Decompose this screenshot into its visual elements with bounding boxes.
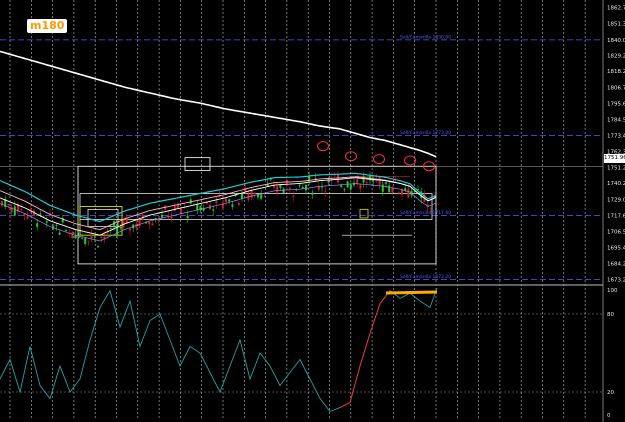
candle-body bbox=[324, 191, 327, 193]
candle-body bbox=[26, 215, 29, 219]
price-tick-label: 1717.60 bbox=[607, 214, 625, 220]
candle-body bbox=[321, 186, 323, 188]
candle-body bbox=[378, 176, 381, 185]
price-tick-label: 1840.00 bbox=[607, 38, 625, 44]
osc-tick-label: 100 bbox=[607, 288, 618, 294]
candle-body bbox=[90, 234, 93, 239]
candle-body bbox=[241, 193, 243, 199]
candle-body bbox=[7, 204, 10, 206]
candle-body bbox=[58, 232, 61, 235]
candle-body bbox=[381, 184, 384, 192]
candle-body bbox=[215, 201, 218, 203]
price-tick-label: 1806.70 bbox=[607, 86, 625, 92]
candle-body bbox=[327, 181, 330, 183]
price-tick-label: 1851.30 bbox=[607, 22, 625, 28]
candle-body bbox=[173, 206, 176, 211]
candle-body bbox=[138, 219, 141, 227]
candle-body bbox=[276, 186, 279, 193]
pivot-label: Sell/Camarilla 1673.20 bbox=[400, 274, 451, 280]
candle-body bbox=[55, 224, 58, 226]
candle-body bbox=[237, 203, 240, 206]
candle-body bbox=[365, 182, 368, 183]
price-chart[interactable]: Sell/Camarilla 1830.00 Sell/Camarilla 177… bbox=[0, 0, 625, 422]
candle-body bbox=[45, 221, 48, 223]
candle-body bbox=[119, 227, 122, 229]
candle-body bbox=[71, 231, 74, 239]
candle-body bbox=[221, 202, 224, 209]
price-tick-label: 1673.20 bbox=[607, 277, 625, 283]
candle-body bbox=[391, 187, 394, 193]
candle-body bbox=[292, 195, 295, 197]
candle-body bbox=[186, 215, 189, 219]
candle-body bbox=[429, 208, 432, 210]
candle-body bbox=[157, 220, 160, 222]
candle-body bbox=[87, 240, 90, 242]
candle-body bbox=[231, 204, 234, 207]
candle-body bbox=[260, 194, 263, 199]
candle-body bbox=[301, 186, 304, 189]
candle-body bbox=[20, 209, 23, 211]
candle-body bbox=[343, 189, 346, 191]
candle-body bbox=[228, 199, 231, 202]
candle-body bbox=[151, 223, 154, 226]
candle-body bbox=[372, 180, 375, 182]
candle-body bbox=[305, 184, 307, 191]
candle-body bbox=[340, 184, 343, 188]
price-tick-label: 1740.20 bbox=[607, 181, 625, 187]
pivot-label: Sell/Camarilla 1830.00 bbox=[400, 34, 451, 40]
candle-body bbox=[349, 184, 352, 190]
candle-body bbox=[36, 223, 39, 227]
candle-body bbox=[385, 182, 387, 184]
candle-body bbox=[39, 213, 42, 215]
candle-body bbox=[81, 237, 83, 239]
price-tick-label: 1784.50 bbox=[607, 118, 625, 124]
price-tick-label: 1795.60 bbox=[607, 102, 625, 108]
candle-body bbox=[129, 228, 131, 231]
candle-body bbox=[407, 188, 410, 198]
candle-body bbox=[161, 214, 163, 218]
candle-body bbox=[212, 209, 215, 211]
price-tick-label: 1684.20 bbox=[607, 262, 625, 268]
candle-body bbox=[97, 246, 99, 248]
highlight-stroke bbox=[385, 290, 438, 295]
candle-body bbox=[170, 216, 173, 219]
candle-body bbox=[148, 221, 151, 225]
candle-body bbox=[359, 184, 362, 189]
osc-tick-label: 80 bbox=[607, 312, 614, 318]
candle-body bbox=[122, 220, 125, 227]
candle-body bbox=[289, 188, 291, 189]
candle-body bbox=[225, 198, 227, 203]
candle-body bbox=[311, 192, 314, 195]
candle-body bbox=[263, 196, 266, 198]
osc-tick-label: 0 bbox=[607, 413, 611, 419]
candle-body bbox=[93, 236, 96, 238]
osc-tick-label: 20 bbox=[607, 390, 614, 396]
price-tick-label: 1729.00 bbox=[607, 197, 625, 203]
candle-body bbox=[65, 230, 67, 232]
candle-body bbox=[84, 237, 87, 245]
last-price-label: 1751.96 bbox=[604, 154, 625, 163]
price-tick-label: 1706.50 bbox=[607, 230, 625, 236]
price-tick-label: 1751.20 bbox=[607, 165, 625, 171]
candle-body bbox=[100, 236, 103, 238]
candle-body bbox=[253, 193, 256, 195]
price-tick-label: 1695.40 bbox=[607, 246, 625, 252]
chart-background bbox=[0, 0, 625, 422]
candle-body bbox=[13, 206, 16, 216]
price-tick-label: 1818.20 bbox=[607, 69, 625, 75]
pivot-label: Sell/Camarilla 1717.60 bbox=[400, 210, 451, 216]
candle-body bbox=[125, 218, 128, 224]
candle-body bbox=[397, 192, 400, 194]
timeframe-badge: m180 bbox=[27, 19, 68, 33]
candle-body bbox=[109, 228, 112, 229]
price-tick-label: 1829.20 bbox=[607, 53, 625, 59]
candle-body bbox=[282, 188, 285, 193]
price-tick-label: 1862.70 bbox=[607, 5, 625, 11]
pivot-label: Sell/Camarilla 1773.00 bbox=[400, 130, 451, 136]
candle-body bbox=[333, 175, 336, 177]
candle-body bbox=[298, 184, 301, 186]
candle-body bbox=[279, 185, 282, 188]
candle-body bbox=[388, 185, 391, 193]
price-tick-label: 1773.40 bbox=[607, 134, 625, 140]
